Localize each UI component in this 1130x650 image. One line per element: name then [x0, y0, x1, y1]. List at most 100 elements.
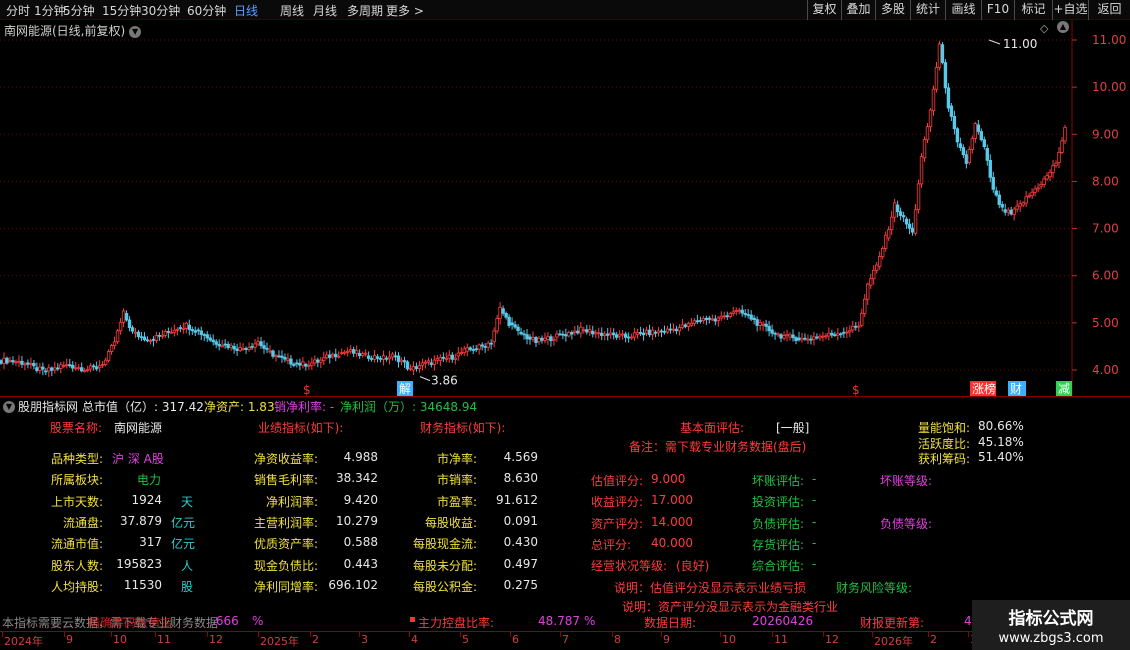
candle-body	[704, 317, 709, 321]
candle-body	[668, 328, 673, 331]
candle-body	[755, 319, 759, 326]
candle-body	[14, 361, 18, 364]
event-marker-label[interactable]: 财	[1010, 382, 1022, 396]
score-label: 收益评分:	[591, 495, 644, 510]
candle-body	[1003, 209, 1007, 213]
candle-body	[190, 329, 194, 332]
candle-body	[955, 128, 960, 143]
candle-body	[1042, 178, 1046, 185]
candle-body	[611, 332, 616, 336]
candle-body	[277, 355, 281, 358]
toolbar-button[interactable]: 叠加	[841, 0, 875, 20]
candle-body	[187, 324, 191, 330]
toolbar-button[interactable]: 统计	[910, 0, 945, 20]
event-marker-label[interactable]: 涨榜	[972, 381, 996, 396]
panel-divider[interactable]	[0, 396, 1130, 397]
candle-body	[393, 355, 398, 358]
period-tab[interactable]: 日线	[234, 2, 258, 19]
candle-body	[483, 346, 487, 348]
note-loss: 说明：估值评分没显示表示业绩亏损	[614, 581, 807, 595]
info-unit: 人	[181, 558, 194, 573]
candle-body	[23, 363, 27, 366]
candle-body	[229, 344, 233, 348]
candle-body	[600, 332, 604, 336]
y-tick-label: 6.00	[1092, 269, 1119, 283]
event-marker-label[interactable]: 减	[1058, 382, 1070, 396]
candle-body	[958, 143, 963, 148]
period-tab[interactable]: 周线	[280, 2, 304, 19]
candle-body	[698, 320, 703, 322]
candle-body	[863, 298, 867, 314]
candle-body	[8, 360, 12, 362]
period-tab[interactable]: 30分钟	[141, 2, 180, 19]
report-update-value: 4	[964, 614, 972, 628]
candle-body	[322, 357, 326, 361]
candle-body	[961, 147, 966, 156]
chevron-down-icon[interactable]: ▼	[129, 25, 142, 38]
toolbar-button[interactable]: 标记	[1014, 0, 1052, 20]
candle-body	[426, 360, 431, 363]
candle-body	[375, 356, 380, 359]
date-axis[interactable]: 2024年91011122025年234567891011122026年23	[0, 631, 1130, 650]
candle-body	[734, 310, 738, 312]
candle-body	[1024, 196, 1028, 204]
toolbar-button[interactable]: 画线	[945, 0, 981, 20]
candle-body	[979, 131, 984, 141]
volume-value: 51.40%	[978, 450, 1024, 464]
period-tab[interactable]: 多周期	[347, 2, 383, 19]
date-tick	[359, 632, 360, 637]
period-tab[interactable]: 分时	[6, 2, 30, 19]
candle-body	[860, 312, 864, 326]
candle-body	[886, 229, 891, 239]
candle-body	[982, 139, 986, 148]
period-tab[interactable]: 5分钟	[63, 2, 95, 19]
chart-title[interactable]: 南网能源(日线,前复权) ▼	[4, 22, 142, 39]
candle-body	[220, 345, 224, 348]
candle-body	[325, 354, 329, 359]
toolbar-button[interactable]: 多股	[875, 0, 910, 20]
event-marker-label[interactable]: 解	[399, 382, 411, 396]
period-tab[interactable]: 1分钟	[34, 2, 66, 19]
period-tab[interactable]: 15分钟	[102, 2, 141, 19]
toolbar-button[interactable]: F10	[981, 0, 1014, 20]
candle-body	[38, 366, 42, 371]
header-field: 股朋指标网	[18, 400, 79, 414]
candle-body	[689, 322, 694, 326]
candle-body	[115, 330, 120, 343]
candle-body	[597, 332, 601, 335]
event-marker[interactable]: $	[303, 383, 311, 396]
performance-value: 696.102	[328, 577, 378, 592]
toolbar-button[interactable]: 返回	[1088, 0, 1130, 20]
candle-body	[809, 338, 813, 341]
period-tab[interactable]: 月线	[313, 2, 337, 19]
candle-body	[875, 264, 879, 271]
event-marker[interactable]: $	[852, 383, 860, 396]
candle-body	[340, 352, 344, 355]
collapse-icon[interactable]: ▼	[3, 399, 15, 413]
candle-body	[244, 347, 248, 350]
chevron-down-icon[interactable]: ▼	[3, 400, 15, 413]
stock-name-label: 股票名称:	[50, 421, 103, 435]
candle-body	[498, 306, 502, 319]
candle-body	[71, 364, 75, 369]
toolbar-button[interactable]: +自选	[1052, 0, 1088, 20]
candlestick-chart[interactable]: 11.00 10.00 9.00 8.00 7.00 6.00 5.00 4.00 11.00 3…	[0, 20, 1130, 396]
candle-body	[151, 338, 156, 341]
candle-body	[477, 344, 481, 350]
info-unit: 天	[181, 494, 194, 509]
candle-body	[211, 339, 215, 343]
info-value: 11530	[123, 577, 162, 592]
watermark-title: 指标公式网	[1008, 609, 1094, 629]
date-tick	[155, 632, 156, 637]
candle-body	[614, 334, 619, 338]
y-tick-label: 10.00	[1092, 80, 1126, 94]
fundamental-note: 备注：需下载专业财务数据(盘后)	[629, 440, 807, 454]
period-tab[interactable]: 60分钟	[187, 2, 226, 19]
period-tab[interactable]: 更多 >	[386, 2, 424, 19]
candle-body	[41, 366, 45, 370]
chevron-up-icon[interactable]: ▲	[1057, 21, 1069, 33]
candle-body	[354, 350, 359, 354]
candle-body	[549, 336, 553, 342]
toolbar-button[interactable]: 复权	[807, 0, 841, 20]
diamond-icon[interactable]: ◇	[1040, 22, 1048, 35]
